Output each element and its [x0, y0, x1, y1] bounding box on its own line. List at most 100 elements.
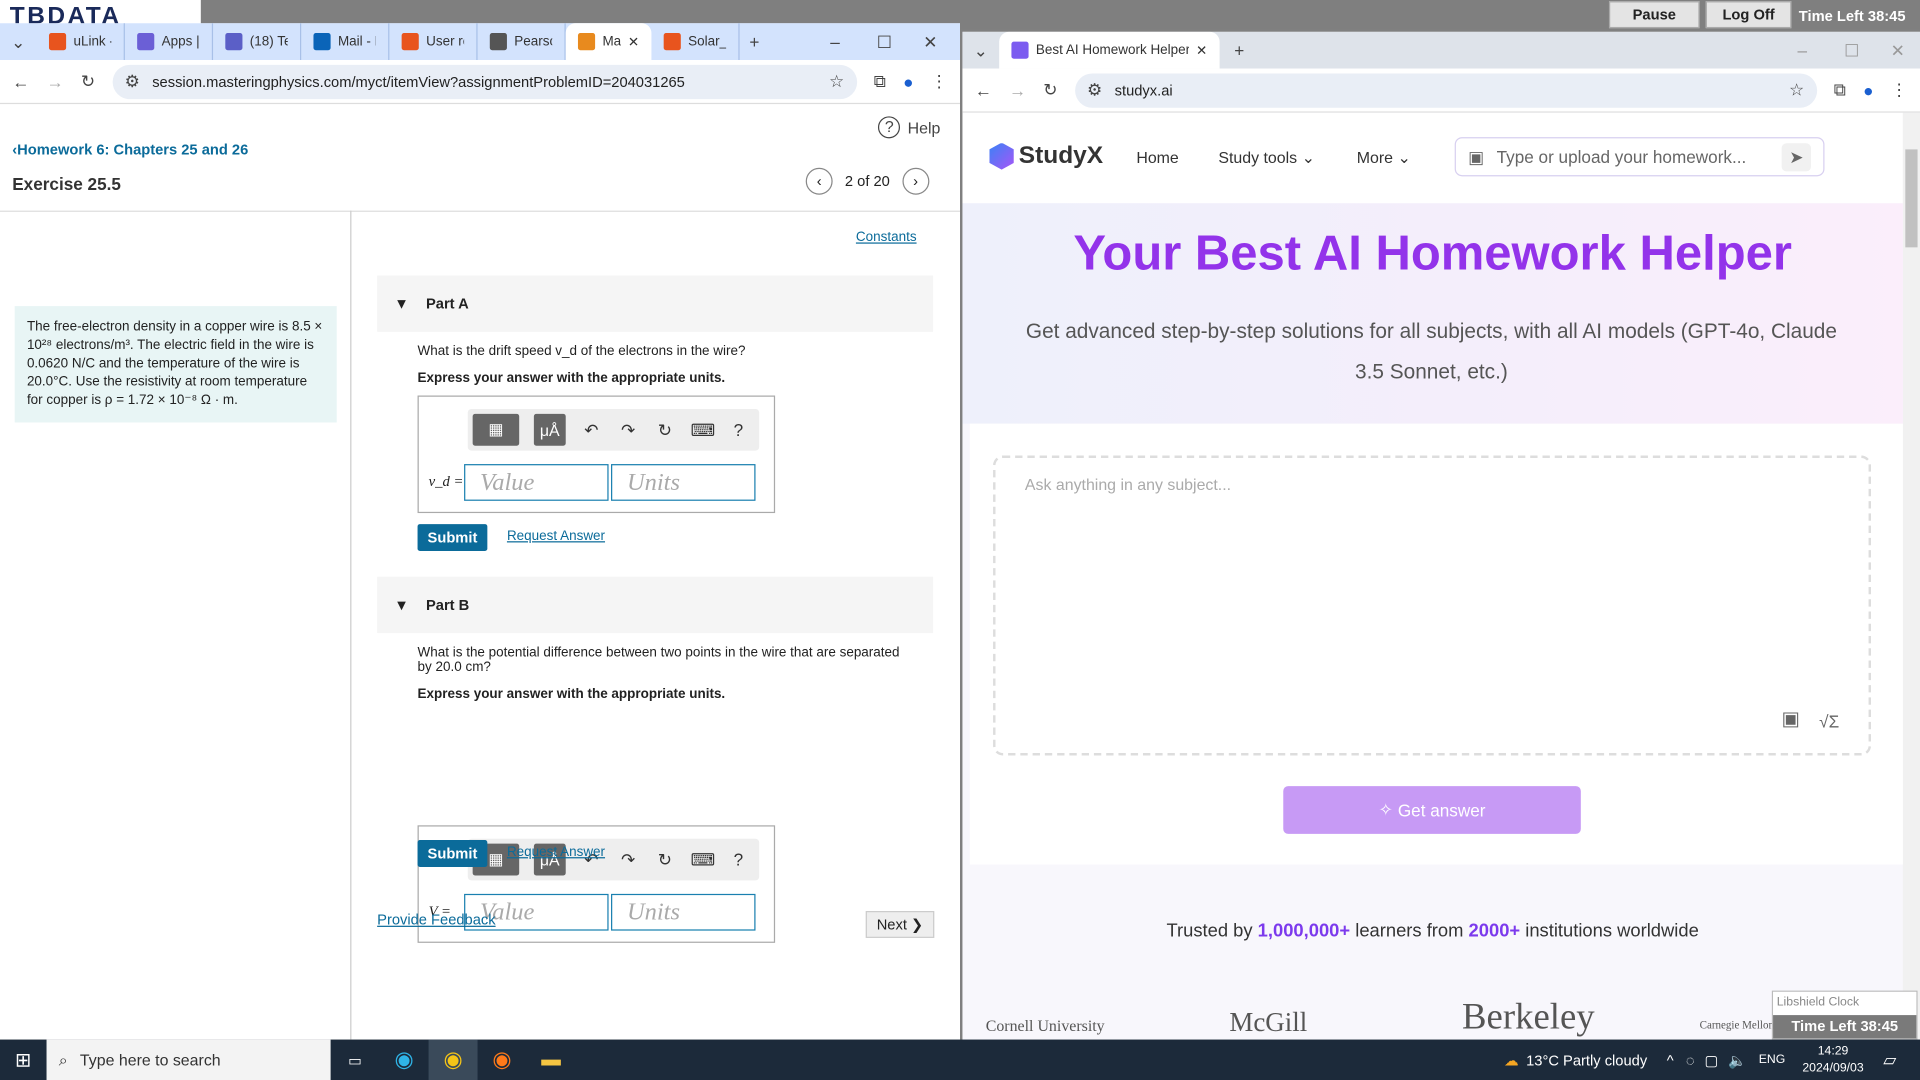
- formula-icon[interactable]: √Σ: [1819, 711, 1839, 731]
- next-button[interactable]: Next ❯: [865, 911, 935, 938]
- menu-icon[interactable]: ⋮: [1891, 80, 1908, 101]
- keyboard-icon[interactable]: ⌨: [691, 419, 716, 440]
- back-icon[interactable]: ←: [12, 72, 29, 92]
- submit-button[interactable]: Submit: [417, 524, 488, 552]
- reload-icon[interactable]: ↻: [1043, 80, 1057, 101]
- network-icon[interactable]: ▢: [1704, 1051, 1718, 1068]
- tab-0[interactable]: uLink -: [37, 23, 125, 61]
- tab-favicon-icon: [663, 33, 681, 51]
- tab-3[interactable]: Mail - N: [301, 23, 390, 61]
- profile-icon[interactable]: ●: [1863, 80, 1873, 100]
- clock[interactable]: 14:29 2024/09/03: [1802, 1043, 1863, 1077]
- weather-text[interactable]: 13°C Partly cloudy: [1526, 1051, 1647, 1068]
- studyx-logo[interactable]: StudyX: [989, 142, 1103, 170]
- next-arrow-button[interactable]: ›: [902, 167, 930, 195]
- image-upload-icon[interactable]: ▣: [1781, 707, 1800, 731]
- ask-textarea[interactable]: Ask anything in any subject... ▣ √Σ: [993, 455, 1872, 756]
- tab-7[interactable]: Solar_P: [651, 23, 740, 61]
- units-input[interactable]: Units: [611, 893, 756, 931]
- tab-studyx[interactable]: Best AI Homework Helper & Ho✕: [999, 31, 1220, 69]
- notifications-icon[interactable]: ▱: [1883, 1049, 1920, 1070]
- tab-4[interactable]: User re: [389, 23, 478, 61]
- log-off-button[interactable]: Log Off: [1705, 1, 1792, 29]
- keyboard-icon[interactable]: ⌨: [691, 849, 716, 870]
- scrollbar[interactable]: [1902, 112, 1920, 1040]
- edge-icon[interactable]: ◉: [380, 1047, 429, 1073]
- address-bar[interactable]: ⚙ studyx.ai ☆: [1074, 72, 1817, 108]
- request-answer-link[interactable]: Request Answer: [507, 529, 605, 544]
- part-header-0[interactable]: ▼ Part A: [377, 275, 934, 332]
- nav-study-tools[interactable]: Study tools ⌄: [1218, 148, 1315, 168]
- tab-6[interactable]: Ma ✕: [565, 23, 652, 61]
- redo-icon[interactable]: ↷: [617, 419, 639, 440]
- profile-icon[interactable]: ●: [903, 72, 913, 92]
- uni-logo-cornell: Cornell University: [985, 1016, 1105, 1035]
- request-answer-link[interactable]: Request Answer: [507, 845, 605, 860]
- maximize-button[interactable]: ☐: [1844, 40, 1891, 61]
- close-button[interactable]: ✕: [1891, 40, 1920, 61]
- language-indicator[interactable]: ENG: [1759, 1053, 1786, 1066]
- undo-icon[interactable]: ↶: [580, 419, 602, 440]
- instruction-text: Express your answer with the appropriate…: [417, 686, 726, 702]
- tab-search-icon[interactable]: ⌄: [962, 40, 999, 61]
- tab-search-icon[interactable]: ⌄: [0, 31, 37, 52]
- pause-button[interactable]: Pause: [1608, 1, 1700, 29]
- units-input[interactable]: Units: [611, 464, 756, 501]
- meet-icon[interactable]: ◌: [1686, 1051, 1695, 1068]
- help-link[interactable]: ? Help: [878, 116, 940, 139]
- minimize-button[interactable]: –: [830, 32, 877, 52]
- forward-icon[interactable]: →: [1009, 80, 1026, 100]
- new-tab-button[interactable]: +: [749, 32, 759, 52]
- bookmark-star-icon[interactable]: ☆: [1789, 80, 1804, 101]
- tab-5[interactable]: Pearson: [478, 23, 566, 61]
- variable-label: v_d =: [428, 472, 464, 490]
- constants-link[interactable]: Constants: [856, 230, 917, 245]
- part-header-1[interactable]: ▼ Part B: [377, 576, 934, 634]
- site-info-icon[interactable]: ⚙: [1087, 80, 1102, 101]
- reset-icon[interactable]: ↻: [654, 419, 676, 440]
- nav-more[interactable]: More ⌄: [1357, 148, 1411, 168]
- tray-chevron-icon[interactable]: ^: [1667, 1051, 1674, 1068]
- submit-button[interactable]: Submit: [417, 840, 488, 867]
- nav-home[interactable]: Home: [1136, 148, 1178, 166]
- taskbar-search[interactable]: ⌕ Type here to search: [46, 1039, 331, 1080]
- file-explorer-icon[interactable]: ▬: [527, 1049, 576, 1071]
- help-icon[interactable]: ?: [727, 850, 749, 870]
- answer-box: ▦ μÅ ↶ ↷ ↻ ⌨? v_d = Value Units: [417, 395, 776, 514]
- question-text: What is the drift speed v_d of the elect…: [417, 344, 746, 359]
- homework-search-input[interactable]: ▣ Type or upload your homework... ➤: [1454, 137, 1825, 177]
- units-button[interactable]: μÅ: [533, 413, 566, 446]
- volume-muted-icon[interactable]: 🔈: [1728, 1051, 1746, 1068]
- tab-1[interactable]: Apps |: [125, 23, 214, 61]
- value-input[interactable]: Value: [464, 464, 609, 501]
- prev-button[interactable]: ‹: [805, 167, 833, 195]
- minimize-button[interactable]: –: [1798, 40, 1845, 60]
- reset-icon[interactable]: ↻: [654, 849, 676, 870]
- redo-icon[interactable]: ↷: [617, 849, 639, 870]
- breadcrumb[interactable]: ‹Homework 6: Chapters 25 and 26: [12, 141, 248, 158]
- menu-icon[interactable]: ⋮: [931, 71, 948, 92]
- get-answer-button[interactable]: ✧ Get answer: [1283, 786, 1581, 834]
- close-button[interactable]: ✕: [923, 31, 960, 52]
- send-icon[interactable]: ➤: [1781, 142, 1812, 171]
- tab-2[interactable]: (18) Tea: [213, 23, 302, 61]
- bookmark-star-icon[interactable]: ☆: [829, 71, 844, 92]
- back-icon[interactable]: ←: [975, 80, 992, 100]
- task-view-icon[interactable]: ▭: [331, 1051, 380, 1068]
- forward-icon[interactable]: →: [47, 72, 64, 92]
- extensions-icon[interactable]: ⧉: [874, 71, 886, 92]
- reload-icon[interactable]: ↻: [81, 71, 95, 92]
- help-icon[interactable]: ?: [727, 420, 749, 440]
- provide-feedback-link[interactable]: Provide Feedback: [377, 911, 495, 928]
- firefox-icon[interactable]: ◉: [478, 1047, 527, 1073]
- extensions-icon[interactable]: ⧉: [1834, 80, 1846, 101]
- close-tab-icon[interactable]: ✕: [628, 34, 639, 50]
- new-tab-button[interactable]: +: [1234, 40, 1244, 60]
- close-tab-icon[interactable]: ✕: [1196, 42, 1207, 58]
- site-info-icon[interactable]: ⚙: [125, 71, 140, 92]
- windows-start-icon[interactable]: ⊞: [0, 1048, 47, 1072]
- chrome-icon[interactable]: ◉: [428, 1039, 478, 1080]
- address-bar[interactable]: ⚙ session.masteringphysics.com/myct/item…: [112, 64, 857, 99]
- templates-button[interactable]: ▦: [472, 413, 520, 446]
- maximize-button[interactable]: ☐: [877, 31, 924, 52]
